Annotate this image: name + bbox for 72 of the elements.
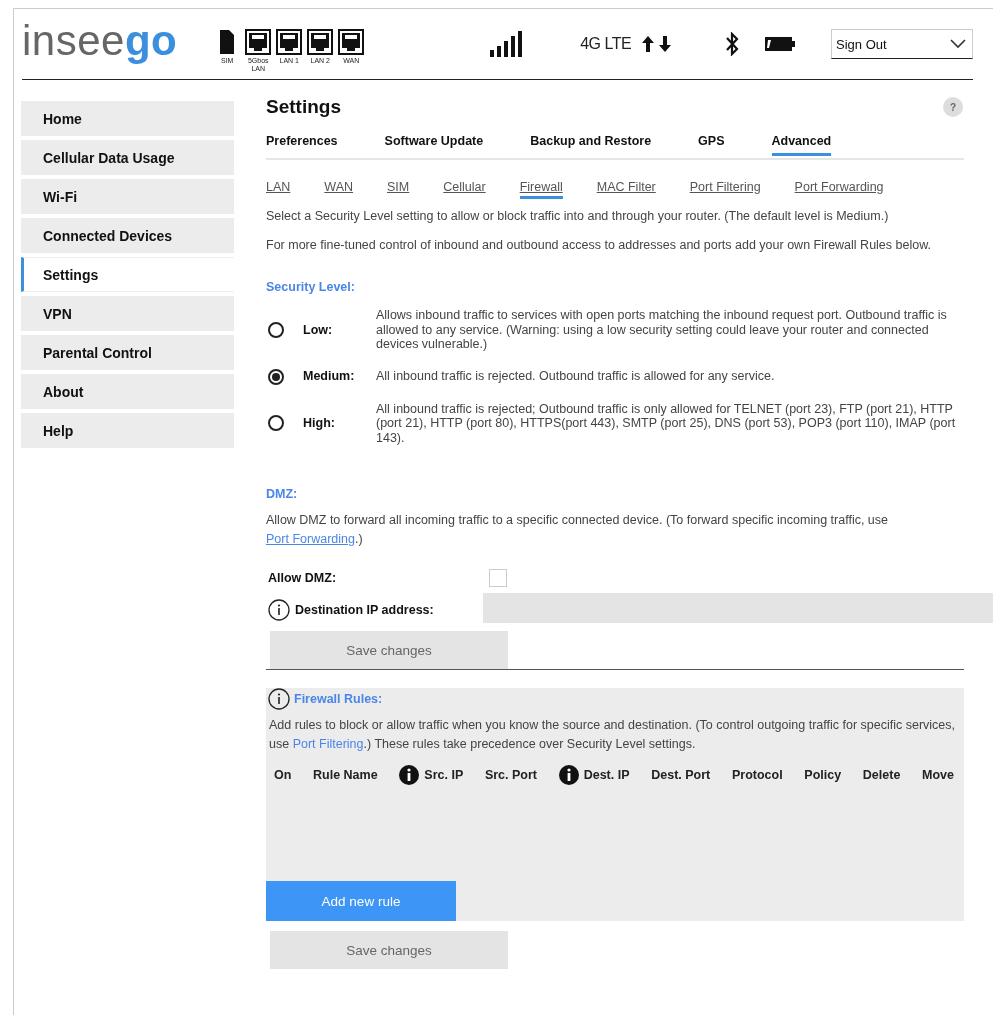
account-dropdown[interactable]: Sign Out (831, 29, 973, 59)
description-text: For more fine-tuned control of inbound and outbound access to addresses and ports add your own Firewall Rules below. (266, 237, 932, 253)
subtab-link[interactable]: LAN (266, 180, 291, 199)
sidebar-item[interactable]: Parental Control (21, 335, 234, 370)
section-heading: Security Level: (266, 280, 356, 294)
column-header: Src. IP (424, 768, 464, 782)
chevron-down-icon (950, 39, 966, 49)
bluetooth-icon (725, 32, 740, 56)
ethernet-port-icon (338, 29, 365, 55)
radio-button[interactable] (268, 321, 284, 338)
sidebar-item[interactable]: VPN (21, 296, 234, 331)
column-header: Dest. IP (583, 768, 630, 782)
sidebar-item[interactable]: Settings (21, 257, 234, 292)
sidebar-item[interactable]: Cellular Data Usage (21, 140, 234, 175)
sidebar-item[interactable]: About (21, 374, 234, 409)
ethernet-port-icon (276, 29, 303, 55)
subtab-link[interactable]: Port Forwarding (794, 180, 884, 199)
signal-strength-icon (490, 31, 523, 57)
page-title: Settings (266, 96, 341, 118)
info-icon (268, 688, 290, 710)
sidebar-item[interactable]: Connected Devices (21, 218, 234, 253)
column-header: Dest. Port (651, 768, 711, 782)
section-heading: Firewall Rules: (294, 692, 383, 706)
level-label: Low: (303, 322, 334, 337)
column-header: Protocol (731, 768, 783, 782)
sidebar-item[interactable]: Help (21, 413, 234, 448)
up-down-arrows-icon (641, 35, 674, 53)
description-text: Select a Security Level setting to allow or block traffic into and through your router. (The default level is Medium.) (266, 208, 890, 224)
checkbox[interactable] (489, 569, 507, 587)
subtab-link[interactable]: WAN (324, 180, 354, 199)
ethernet-port-icon (245, 29, 272, 55)
sidebar-item[interactable]: Wi-Fi (21, 179, 234, 214)
field-label: Allow DMZ: (267, 571, 338, 585)
level-description: All inbound traffic is rejected. Outbound traffic is allowed for any service. (376, 369, 776, 384)
radio-button[interactable] (268, 368, 284, 385)
battery-icon (765, 36, 796, 52)
ip-address-field[interactable] (483, 593, 993, 623)
level-description: All inbound traffic is rejected; Outbound traffic is only allowed for TELNET (port 23), FTP (port 21), HTTP (port 21), HTTP (port 80), HTTPS(port 443), SMTP (port 25), DNS (port 53), POP3 (port 110), IMAP (port 143). (376, 401, 957, 445)
ethernet-port-icon (307, 29, 334, 55)
tab[interactable]: Software Update (384, 134, 484, 156)
description-text: Allow DMZ to forward all incoming traffic to a specific connected device. (To forward specific incoming traffic, use Port Forwarding.) (266, 512, 889, 548)
network-type: 4G LTE (580, 35, 632, 53)
help-button[interactable]: ? (943, 97, 963, 117)
level-description: Allows inbound traffic to services with open ports matching the inbound request port. Outbound traffic is allowed to any service. (Warning: using a low security setting could leave your router and connected devices vulnerable.) (376, 308, 948, 352)
tab[interactable]: GPS (698, 134, 725, 156)
port-forwarding-link[interactable]: Port Forwarding (266, 532, 355, 546)
section-heading: DMZ: (266, 487, 299, 501)
info-icon (268, 599, 290, 621)
subtab-link[interactable]: MAC Filter (596, 180, 656, 199)
level-label: High: (303, 416, 336, 431)
save-changes-button[interactable]: Save changes (270, 631, 508, 669)
tab[interactable]: Advanced (771, 134, 832, 156)
subtab-link[interactable]: Cellular (443, 180, 486, 199)
column-header: On (274, 768, 292, 782)
subtab-link[interactable]: Firewall (519, 180, 563, 199)
sim-card-icon (219, 29, 236, 55)
column-header: Rule Name (313, 768, 378, 782)
tab[interactable]: Preferences (266, 134, 338, 156)
field-label: Destination IP address: (295, 603, 434, 617)
subtab-link[interactable]: SIM (387, 180, 410, 199)
description-text: Add rules to block or allow traffic when you know the source and destination. (To control outgoing traffic for specific services, use Port Filtering.) These rules take precedence over Security Level settings. (269, 717, 956, 753)
column-header: Policy (804, 768, 842, 782)
sidebar-item[interactable]: Home (21, 101, 234, 136)
subtab-link[interactable]: Port Filtering (689, 180, 761, 199)
logo-wordmark: inseego (22, 17, 178, 65)
column-header: Move (922, 768, 954, 782)
save-changes-button[interactable]: Save changes (270, 931, 508, 969)
radio-button[interactable] (268, 415, 284, 432)
column-header: Src. Port (484, 768, 537, 782)
tab[interactable]: Backup and Restore (530, 134, 652, 156)
column-header: Delete (862, 768, 901, 782)
level-label: Medium: (303, 369, 356, 384)
